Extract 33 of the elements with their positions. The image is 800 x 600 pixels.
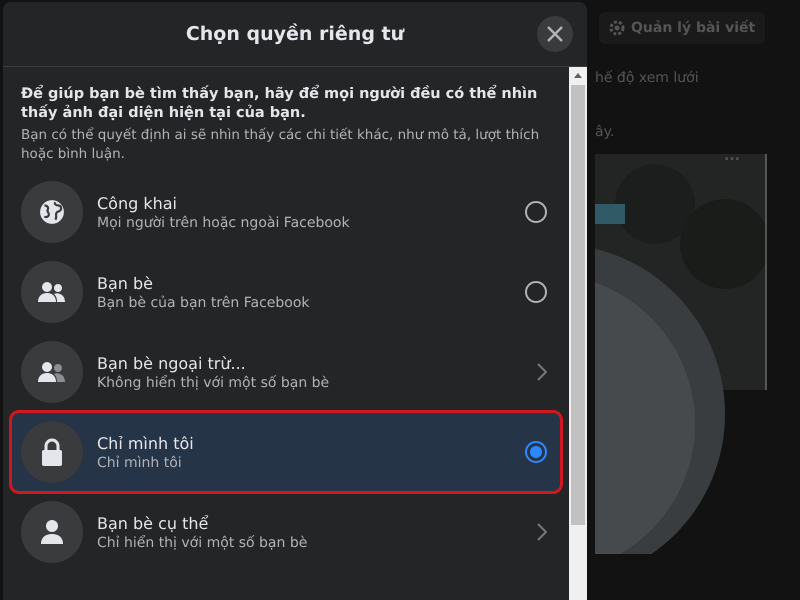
grid-view-text: hế độ xem lưới bbox=[595, 70, 700, 86]
people-icon bbox=[38, 281, 66, 303]
person-icon bbox=[41, 520, 63, 544]
privacy-option[interactable]: Bạn bè ngoại trừ... Không hiển thị với một số bạn bè bbox=[11, 332, 561, 412]
note-text: Bạn có thể quyết định ai sẽ nhìn thấy các chi tiết khác, như mô tả, lượt thích hoặc bình luận. bbox=[21, 126, 540, 164]
option-title: Bạn bè cụ thể bbox=[97, 514, 210, 532]
option-title: Công khai bbox=[97, 194, 178, 212]
option-subtitle: Chỉ hiển thị với một số bạn bè bbox=[97, 534, 308, 550]
gear-icon bbox=[609, 20, 625, 36]
people-icon bbox=[38, 361, 66, 383]
globe-icon bbox=[39, 199, 65, 225]
post-text: ây. bbox=[595, 124, 616, 140]
radio-button[interactable] bbox=[525, 201, 547, 223]
radio-button[interactable] bbox=[525, 281, 547, 303]
privacy-option[interactable]: Công khai Mọi người trên hoặc ngoài Facebook bbox=[11, 172, 561, 252]
option-subtitle: Bạn bè của bạn trên Facebook bbox=[97, 294, 311, 310]
close-button[interactable] bbox=[537, 16, 573, 52]
option-subtitle: Mọi người trên hoặc ngoài Facebook bbox=[97, 214, 351, 230]
privacy-option[interactable]: Bạn bè cụ thể Chỉ hiển thị với một số bạn bè bbox=[11, 492, 561, 572]
close-icon bbox=[546, 25, 564, 43]
intro-text: Để giúp bạn bè tìm thấy bạn, hãy để mọi người đều có thể nhìn thấy ảnh đại diện hiện tại của bạn. bbox=[21, 85, 538, 123]
dialog-title: Chọn quyền riêng tư bbox=[186, 23, 404, 45]
up-arrow-icon[interactable] bbox=[573, 71, 583, 79]
option-subtitle: Chỉ mình tôi bbox=[97, 454, 183, 470]
option-title: Bạn bè ngoại trừ... bbox=[97, 354, 247, 372]
lock-icon bbox=[41, 438, 63, 466]
privacy-option[interactable]: Chỉ mình tôi Chỉ mình tôi bbox=[11, 412, 561, 492]
privacy-option[interactable]: Bạn bè Bạn bè của bạn trên Facebook bbox=[11, 252, 561, 332]
option-subtitle: Không hiển thị với một số bạn bè bbox=[97, 374, 330, 390]
radio-button[interactable] bbox=[525, 441, 547, 463]
scrollbar[interactable] bbox=[569, 67, 587, 600]
option-title: Bạn bè bbox=[97, 274, 154, 292]
option-title: Chỉ mình tôi bbox=[97, 434, 195, 452]
